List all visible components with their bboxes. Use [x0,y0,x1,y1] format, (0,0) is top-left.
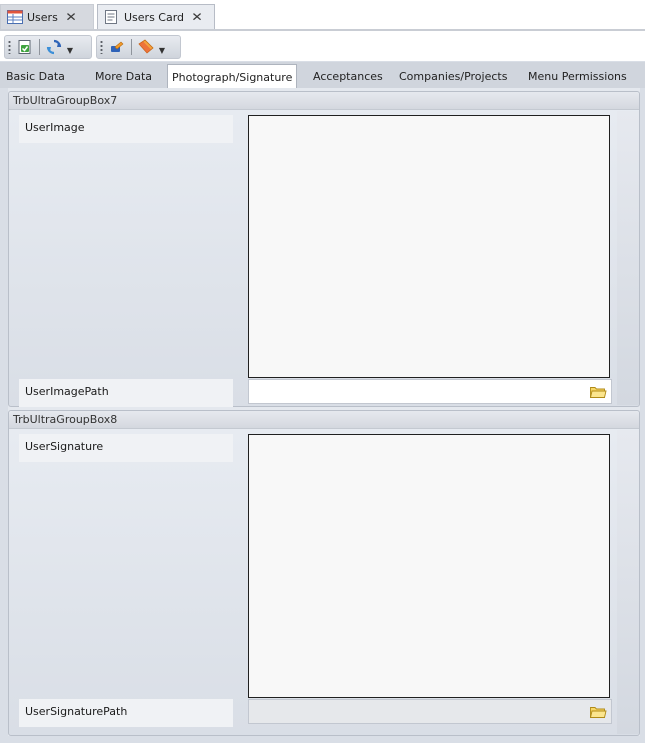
application-window: Users ✕ Users Card ✕ ▼ ▼ Basic Data More… [0,0,645,743]
close-icon[interactable]: ✕ [191,10,203,24]
folder-icon [589,387,607,398]
toolbar-group-2: ▼ [96,35,181,59]
toolbar-group-1: ▼ [4,35,92,59]
user-image-label: UserImage [19,115,233,143]
toolbar: ▼ ▼ [0,31,645,61]
tab-acceptances[interactable]: Acceptances [313,67,383,88]
group-box-title: TrbUltraGroupBox8 [9,411,639,429]
close-icon[interactable]: ✕ [65,10,77,24]
doc-tab-users-card[interactable]: Users Card ✕ [97,4,215,29]
user-signature-label: UserSignature [19,434,233,462]
folder-icon [589,707,607,718]
user-image-picture[interactable] [248,115,610,378]
group-box-user-image: TrbUltraGroupBox7 UserImage UserImagePat… [8,91,640,407]
toolbar-separator [131,39,132,55]
toolbar-separator [39,39,40,55]
tab-menu-permissions[interactable]: Menu Permissions [528,67,627,88]
tab-photograph-signature[interactable]: Photograph/Signature [167,64,298,88]
user-signature-path-input[interactable] [248,699,612,724]
doc-tab-label: Users Card [124,10,185,24]
group-box-title: TrbUltraGroupBox7 [9,92,639,110]
group-box-user-signature: TrbUltraGroupBox8 UserSignature UserSign… [8,410,640,736]
document-tab-strip: Users ✕ Users Card ✕ [0,0,645,31]
user-signature-path-label: UserSignaturePath [19,699,233,727]
user-signature-picture[interactable] [248,434,610,698]
toolbar-overflow-dropdown[interactable]: ▼ [157,37,167,57]
tab-more-data[interactable]: More Data [95,67,152,88]
refresh-icon [46,39,62,55]
save-check-icon [18,40,31,54]
eraser-button[interactable] [135,37,157,57]
form-document-icon [104,10,120,24]
browse-signature-button[interactable] [587,702,609,722]
toolbar-grip[interactable] [100,40,103,54]
refresh-button[interactable] [43,37,65,57]
user-image-path-input[interactable] [248,379,612,404]
toolbar-grip[interactable] [8,40,11,54]
edit-icon [111,41,124,52]
doc-tab-users[interactable]: Users ✕ [0,4,94,29]
tab-companies-projects[interactable]: Companies/Projects [399,67,507,88]
doc-tab-label: Users [27,10,58,24]
toolbar-overflow-dropdown[interactable]: ▼ [65,37,75,57]
eraser-icon [138,39,154,54]
browse-image-button[interactable] [587,382,609,402]
edit-button[interactable] [106,37,128,57]
tab-basic-data[interactable]: Basic Data [6,67,65,88]
grid-window-icon [7,10,23,24]
group-side-strip [617,430,639,734]
user-image-path-label: UserImagePath [19,379,233,407]
tab-content-panel: TrbUltraGroupBox7 UserImage UserImagePat… [8,88,640,736]
page-tab-strip: Basic Data More Data Photograph/Signatur… [0,62,645,88]
group-side-strip [617,111,639,405]
save-button[interactable] [14,37,36,57]
